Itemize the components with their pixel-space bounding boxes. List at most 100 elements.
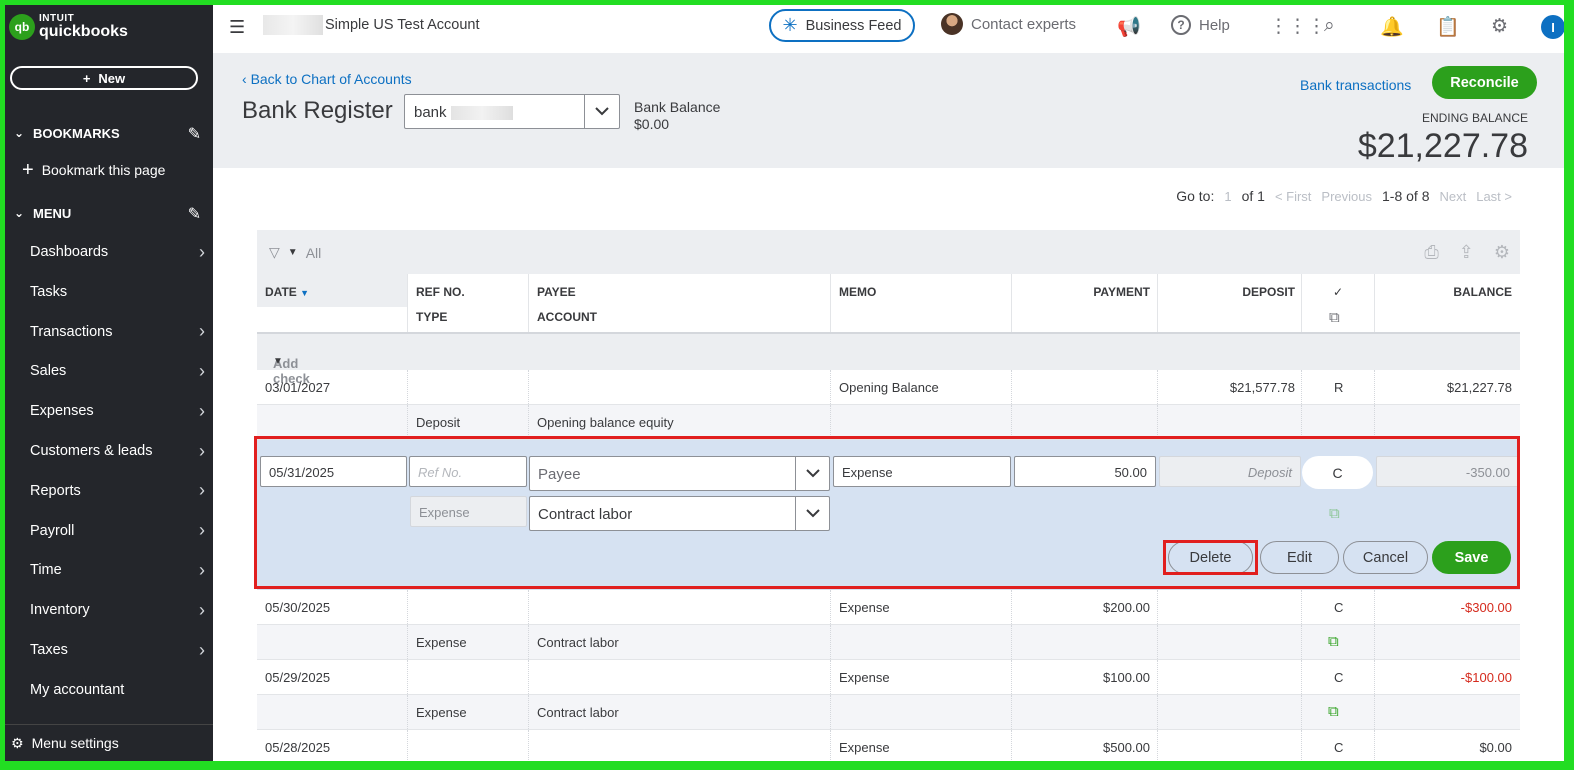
export-icon[interactable]: ⇪	[1459, 242, 1474, 263]
memo-input[interactable]: Expense	[833, 456, 1011, 487]
help-button[interactable]: ? Help	[1171, 15, 1230, 35]
sidebar-item-taxes[interactable]: Taxes ›	[30, 636, 205, 664]
apps-grid-icon[interactable]: ⋮⋮⋮	[1269, 15, 1326, 38]
sidebar-item-my-accountant[interactable]: My accountant	[30, 676, 205, 704]
user-avatar[interactable]: I	[1541, 15, 1564, 39]
duplicate-icon[interactable]: ⧉	[1328, 703, 1339, 720]
account-select[interactable]: bank	[404, 94, 620, 129]
copy-rows-icon[interactable]: ⧉	[1329, 309, 1340, 326]
sidebar-item-customers-leads[interactable]: Customers & leads ›	[30, 437, 205, 465]
filter-label: All	[305, 244, 322, 261]
sidebar-item-time[interactable]: Time ›	[30, 556, 205, 584]
printer-icon[interactable]: ⎙	[1424, 242, 1438, 263]
chevron-down-icon[interactable]	[795, 457, 829, 490]
quickbooks-logo[interactable]: qb INTUIT quickbooks	[9, 14, 128, 40]
row-status[interactable]: C	[1334, 670, 1343, 685]
col-payee: PAYEE	[537, 285, 576, 299]
edit-menu-pencil-icon[interactable]: ✎	[188, 204, 201, 224]
bank-transactions-link[interactable]: Bank transactions	[1300, 77, 1411, 93]
row-status[interactable]: C	[1334, 740, 1343, 755]
ref-no-input[interactable]: Ref No.	[409, 456, 527, 487]
table-row[interactable]: 05/28/2025 Expense $500.00 C $0.00	[257, 730, 1520, 761]
last-page-link[interactable]: Last >	[1476, 189, 1512, 204]
date-input[interactable]: 05/31/2025	[260, 456, 407, 487]
sidebar-item-transactions[interactable]: Transactions ›	[30, 318, 205, 346]
row-account: Contract labor	[537, 705, 619, 720]
duplicate-icon[interactable]: ⧉	[1328, 633, 1339, 650]
first-page-link[interactable]: < First	[1275, 189, 1311, 204]
reconcile-button[interactable]: Reconcile	[1432, 66, 1537, 99]
contact-experts-button[interactable]: Contact experts	[941, 13, 1076, 35]
sidebar-item-payroll[interactable]: Payroll ›	[30, 517, 205, 545]
chevron-right-icon: ›	[199, 639, 205, 660]
save-button[interactable]: Save	[1432, 541, 1511, 574]
cleared-status-toggle[interactable]: C	[1302, 456, 1373, 489]
table-row-detail[interactable]: Deposit Opening balance equity	[257, 405, 1520, 440]
megaphone-icon[interactable]: 📢	[1117, 15, 1141, 39]
account-select[interactable]: Contract labor	[529, 496, 830, 531]
table-row[interactable]: 05/30/2025 Expense $200.00 C -$300.00	[257, 590, 1520, 625]
chevron-down-icon[interactable]	[795, 497, 829, 530]
edit-button[interactable]: Edit	[1260, 541, 1339, 574]
collapse-menu-icon[interactable]: ☰	[229, 17, 245, 38]
edit-bookmarks-pencil-icon[interactable]: ✎	[188, 124, 201, 144]
bookmark-this-page[interactable]: + Bookmark this page	[22, 160, 165, 180]
previous-page-link[interactable]: Previous	[1321, 189, 1372, 204]
table-row-detail[interactable]: Expense Contract labor ⧉	[257, 695, 1520, 730]
sort-desc-icon: ▼	[300, 288, 310, 298]
sidebar-item-expenses[interactable]: Expenses ›	[30, 397, 205, 425]
sidebar-item-dashboards[interactable]: Dashboards ›	[30, 238, 205, 266]
add-check-button[interactable]: Add check ▼	[257, 334, 1520, 386]
business-feed-button[interactable]: ✳ Business Feed	[769, 9, 915, 42]
row-status[interactable]: R	[1334, 380, 1343, 395]
gear-icon[interactable]: ⚙	[1491, 15, 1508, 38]
menu-settings[interactable]: ⚙ Menu settings	[5, 724, 213, 761]
sidebar-item-tasks[interactable]: Tasks	[30, 278, 205, 306]
business-feed-label: Business Feed	[805, 17, 902, 34]
bank-balance-label: Bank Balance	[634, 99, 721, 115]
clipboard-icon[interactable]: 📋	[1436, 15, 1460, 39]
table-row[interactable]: 03/01/2027 Opening Balance $21,577.78 R $21,…	[257, 370, 1520, 405]
bell-icon[interactable]: 🔔	[1380, 15, 1404, 39]
gear-icon[interactable]: ⚙	[1494, 242, 1510, 263]
duplicate-icon[interactable]: ⧉	[1329, 505, 1340, 522]
next-page-link[interactable]: Next	[1439, 189, 1466, 204]
menu-section-toggle[interactable]: ⌄ MENU ✎	[5, 198, 213, 228]
back-to-chart-of-accounts-link[interactable]: ‹ Back to Chart of Accounts	[242, 71, 412, 87]
sidebar-item-label: Sales	[30, 363, 67, 380]
row-date: 03/01/2027	[265, 380, 331, 395]
row-balance: -$100.00	[1460, 670, 1512, 685]
sidebar-item-reports[interactable]: Reports ›	[30, 477, 205, 505]
col-memo: MEMO	[839, 285, 877, 299]
company-name: Simple US Test Account	[325, 17, 480, 33]
range-label: 1-8 of 8	[1382, 188, 1430, 204]
table-row[interactable]: 05/29/2025 Expense $100.00 C -$100.00	[257, 660, 1520, 695]
sidebar-item-sales[interactable]: Sales ›	[30, 357, 205, 385]
goto-label: Go to:	[1176, 188, 1215, 204]
type-field: Expense	[410, 496, 527, 527]
search-icon[interactable]: ⌕	[1324, 15, 1335, 37]
sparkle-icon: ✳	[782, 15, 798, 35]
balance-field: -350.00	[1376, 456, 1519, 487]
col-date[interactable]: DATE ▼	[265, 285, 309, 299]
register-header: ‹ Back to Chart of Accounts Bank Registe…	[213, 53, 1564, 168]
bookmarks-section-toggle[interactable]: ⌄ BOOKMARKS ✎	[5, 118, 213, 148]
top-bar: ☰ Simple US Test Account ✳ Business Feed…	[213, 5, 1564, 53]
filter-button[interactable]: ▽ ▼ All	[269, 244, 321, 261]
bookmark-this-page-label: Bookmark this page	[41, 162, 166, 178]
page-input[interactable]: 1	[1224, 189, 1231, 204]
new-button[interactable]: + New	[10, 66, 198, 90]
delete-button[interactable]: Delete	[1168, 541, 1253, 574]
deposit-input[interactable]: Deposit	[1159, 456, 1301, 487]
row-status[interactable]: C	[1334, 600, 1343, 615]
sidebar-item-inventory[interactable]: Inventory ›	[30, 596, 205, 624]
payee-select[interactable]: Payee	[529, 456, 830, 491]
payment-input[interactable]: 50.00	[1014, 456, 1156, 487]
edit-transaction-row: 05/31/2025 Ref No. Payee Expense 50.00 D…	[257, 440, 1520, 590]
row-balance: -$300.00	[1460, 600, 1512, 615]
cancel-button[interactable]: Cancel	[1343, 541, 1428, 574]
table-row-detail[interactable]: Expense Contract labor ⧉	[257, 625, 1520, 660]
chevron-down-icon[interactable]	[584, 95, 619, 128]
help-label: Help	[1199, 16, 1230, 34]
caret-down-icon: ▼	[287, 247, 298, 258]
